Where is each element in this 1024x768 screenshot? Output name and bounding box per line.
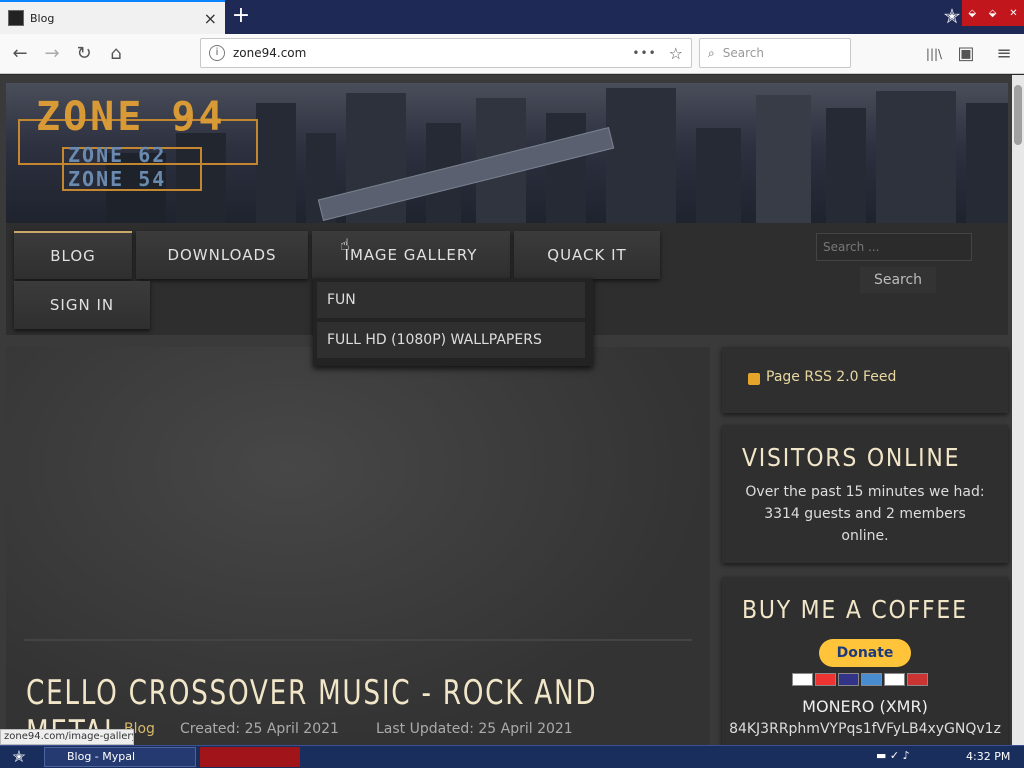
- coffee-box: BUY ME A COFFEE Donate MONERO (XMR) 84KJ…: [722, 577, 1008, 745]
- search-icon: ⌕: [708, 45, 715, 60]
- created-date: Created: 25 April 2021: [180, 721, 339, 737]
- logo-sub-1: ZONE 62: [68, 143, 167, 167]
- monero-address[interactable]: 84KJ3RRphmVYPqs1fVFyLB4xyGNQv1z: [722, 721, 1008, 737]
- site-logo[interactable]: ZONE 94: [36, 97, 226, 137]
- scrollbar[interactable]: [1012, 75, 1024, 745]
- reload-icon[interactable]: ↻: [70, 40, 98, 68]
- taskbar-decoration: [200, 747, 300, 767]
- gallery-dropdown: FUN FULL HD (1080P) WALLPAPERS: [313, 278, 593, 366]
- tab-blog[interactable]: Blog ×: [0, 0, 225, 34]
- visitors-text: Over the past 15 minutes we had: 3314 gu…: [745, 484, 985, 544]
- payment-cards: [792, 673, 930, 687]
- maximize-icon[interactable]: ⬙: [989, 8, 997, 19]
- sidebar-icon[interactable]: ▣: [952, 40, 980, 68]
- header-banner: ZONE 94 ZONE 62 ZONE 54: [6, 83, 1008, 223]
- tray-icons[interactable]: ▬ ✓ ♪: [876, 749, 910, 762]
- page-actions-icon[interactable]: •••: [632, 46, 656, 60]
- visitors-title: VISITORS ONLINE: [742, 443, 961, 472]
- rss-icon: [748, 373, 760, 385]
- scrollbar-thumb[interactable]: [1014, 85, 1022, 145]
- updated-date: Last Updated: 25 April 2021: [376, 721, 573, 737]
- clock[interactable]: 4:32 PM: [966, 750, 1010, 763]
- menu-icon[interactable]: ≡: [990, 40, 1018, 68]
- main-content: CELLO CROSSOVER MUSIC - ROCK AND METAL B…: [6, 347, 710, 745]
- hand-cursor-icon: ☝: [340, 235, 350, 254]
- url-text[interactable]: zone94.com: [233, 46, 632, 60]
- rss-box: Page RSS 2.0 Feed: [722, 347, 1008, 413]
- favicon-icon: [8, 10, 24, 26]
- nav-quack-it[interactable]: QUACK IT: [514, 231, 660, 279]
- taskbar: ✭ Blog - Mypal ▬ ✓ ♪ 4:32 PM: [0, 745, 1024, 768]
- visa-icon: [792, 673, 813, 686]
- dropdown-item-fun[interactable]: FUN: [317, 282, 585, 318]
- window-controls: ⬙ ⬙ ✕: [962, 0, 1024, 26]
- start-icon[interactable]: ✭: [4, 747, 34, 767]
- info-icon[interactable]: i: [209, 45, 225, 61]
- new-tab-button[interactable]: +: [230, 3, 252, 29]
- amex-icon: [861, 673, 882, 686]
- visitors-box: VISITORS ONLINE Over the past 15 minutes…: [722, 425, 1008, 563]
- back-icon[interactable]: ←: [6, 40, 34, 68]
- browser-search-input[interactable]: ⌕ Search: [699, 38, 851, 68]
- taskbar-app-blog[interactable]: Blog - Mypal: [44, 747, 196, 767]
- tab-close-icon[interactable]: ×: [204, 9, 217, 28]
- nav-sign-in[interactable]: SIGN IN: [14, 281, 150, 329]
- coffee-title: BUY ME A COFFEE: [742, 595, 968, 624]
- star-icon: ✭: [943, 4, 961, 28]
- library-icon[interactable]: |||\: [920, 40, 948, 68]
- url-bar[interactable]: i zone94.com ••• ☆: [200, 38, 692, 68]
- bookmark-star-icon[interactable]: ☆: [669, 44, 683, 63]
- discover-icon: [884, 673, 905, 686]
- web-page: ZONE 94 ZONE 62 ZONE 54 BLOG DOWNLOADS I…: [0, 75, 1012, 745]
- close-icon[interactable]: ✕: [1009, 8, 1017, 19]
- mastercard-icon: [815, 673, 836, 686]
- navigation-bar: ← → ↻ ⌂ i zone94.com ••• ☆ ⌕ Search |||\…: [0, 34, 1024, 74]
- status-link-preview: zone94.com/image-gallery: [0, 729, 134, 745]
- minimize-icon[interactable]: ⬙: [968, 8, 976, 19]
- tab-strip: Blog × + ✭ ⬙ ⬙ ✕: [0, 0, 1024, 34]
- browser-search-placeholder: Search: [722, 46, 764, 60]
- home-icon[interactable]: ⌂: [102, 40, 130, 68]
- forward-icon[interactable]: →: [38, 40, 66, 68]
- donate-button[interactable]: Donate: [819, 639, 911, 667]
- divider: [24, 639, 692, 641]
- tab-title: Blog: [30, 11, 55, 25]
- dropdown-item-wallpapers[interactable]: FULL HD (1080P) WALLPAPERS: [317, 322, 585, 358]
- site-search-button[interactable]: Search: [860, 267, 936, 293]
- nav-blog[interactable]: BLOG: [14, 231, 132, 279]
- site-search-input[interactable]: Search ...: [816, 233, 972, 261]
- nav-downloads[interactable]: DOWNLOADS: [136, 231, 308, 279]
- maestro-icon: [838, 673, 859, 686]
- bank-card-icon: [907, 673, 928, 686]
- rss-link[interactable]: Page RSS 2.0 Feed: [766, 369, 896, 385]
- monero-label: MONERO (XMR): [802, 697, 928, 716]
- logo-sub-2: ZONE 54: [68, 167, 167, 191]
